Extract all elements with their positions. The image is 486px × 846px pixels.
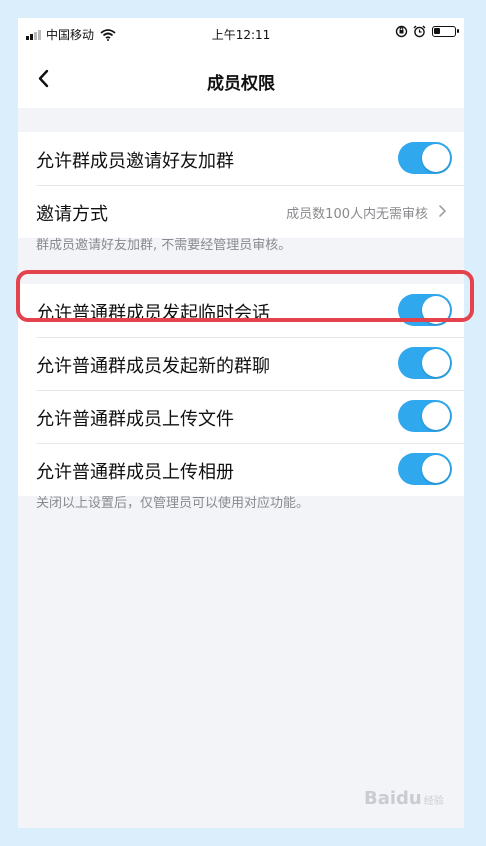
permission-label-new-group: 允许普通群成员发起新的群聊 bbox=[36, 356, 270, 377]
permissions-hint-text: 关闭以上设置后，仅管理员可以使用对应功能。 bbox=[36, 496, 310, 511]
watermark-sub: 经验 bbox=[423, 796, 444, 807]
allow-invite-row: 允许群成员邀请好友加群 bbox=[18, 132, 464, 185]
invite-hint-text: 群成员邀请好友加群, 不需要经管理员审核。 bbox=[36, 238, 292, 253]
permission-row-temp-chat: 允许普通群成员发起临时会话 bbox=[18, 284, 464, 337]
battery-icon bbox=[432, 26, 459, 37]
page-title: 成员权限 bbox=[207, 74, 275, 94]
permission-toggle-upload-file[interactable] bbox=[398, 400, 452, 432]
allow-invite-toggle[interactable] bbox=[398, 142, 452, 174]
invite-method-label: 邀请方式 bbox=[36, 204, 108, 225]
phone-screen: 中国移动 上午12:11 成员权限 允许群成员邀请好友加群 邀请方式 成员数10… bbox=[18, 18, 464, 828]
toggle-knob bbox=[422, 349, 450, 377]
alarm-icon bbox=[413, 25, 426, 38]
permission-toggle-temp-chat[interactable] bbox=[398, 294, 452, 326]
permission-row-upload-file: 允许普通群成员上传文件 bbox=[18, 390, 464, 443]
toggle-knob bbox=[422, 296, 450, 324]
invite-method-row[interactable]: 邀请方式 成员数100人内无需审核 bbox=[18, 185, 464, 238]
watermark-brand: Baidu bbox=[364, 788, 422, 809]
toggle-knob bbox=[422, 402, 450, 430]
toggle-knob bbox=[422, 144, 450, 172]
invite-method-value: 成员数100人内无需审核 bbox=[286, 207, 428, 222]
allow-invite-label: 允许群成员邀请好友加群 bbox=[36, 151, 234, 172]
chevron-right-icon bbox=[439, 205, 446, 217]
permission-toggle-new-group[interactable] bbox=[398, 347, 452, 379]
permission-label-upload-album: 允许普通群成员上传相册 bbox=[36, 462, 234, 483]
member-permissions-group: 允许普通群成员发起临时会话 允许普通群成员发起新的群聊 允许普通群成员上传文件 … bbox=[18, 284, 464, 496]
baidu-watermark: Baidu 经验 bbox=[364, 788, 444, 809]
nav-bar: 成员权限 bbox=[18, 50, 464, 108]
orientation-lock-icon bbox=[395, 25, 408, 38]
toggle-knob bbox=[422, 455, 450, 483]
status-right bbox=[395, 25, 459, 38]
permission-label-upload-file: 允许普通群成员上传文件 bbox=[36, 409, 234, 430]
permission-row-upload-album: 允许普通群成员上传相册 bbox=[18, 443, 464, 496]
invite-settings-group: 允许群成员邀请好友加群 邀请方式 成员数100人内无需审核 bbox=[18, 132, 464, 238]
permission-toggle-upload-album[interactable] bbox=[398, 453, 452, 485]
status-bar: 中国移动 上午12:11 bbox=[18, 18, 464, 50]
permission-row-new-group: 允许普通群成员发起新的群聊 bbox=[18, 337, 464, 390]
permission-label-temp-chat: 允许普通群成员发起临时会话 bbox=[36, 303, 270, 324]
